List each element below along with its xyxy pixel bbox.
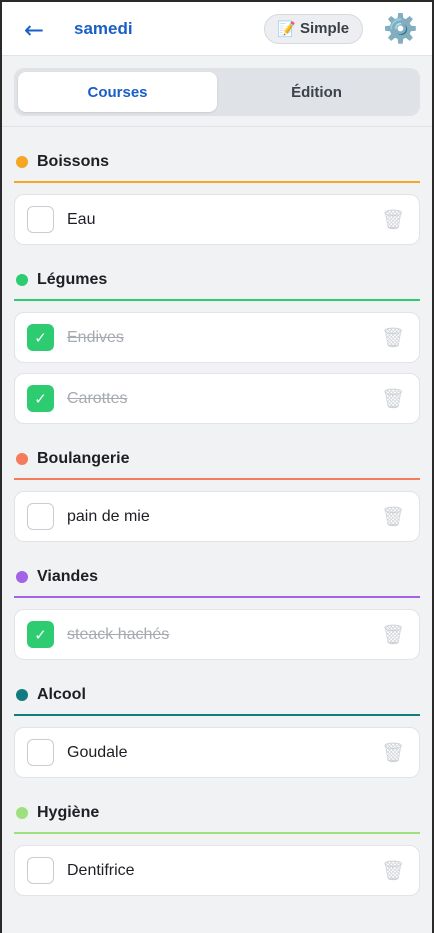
shopping-list: Boissons Eau 🗑 Légumes ✓ Endives 🗑 ✓ Carottes 🗑 Bo… — [2, 153, 432, 896]
segmented-tabs: Courses Édition — [14, 68, 420, 116]
category-color-dot — [16, 274, 28, 286]
category-color-dot — [16, 453, 28, 465]
category-name: Hygiène — [37, 804, 100, 821]
category-color-dot — [16, 807, 28, 819]
item-checkbox[interactable] — [27, 206, 54, 233]
back-arrow-icon[interactable]: ← — [24, 18, 54, 42]
item-label: Eau — [67, 210, 96, 228]
item-checkbox[interactable]: ✓ — [27, 385, 54, 412]
mode-toggle-button[interactable]: 📝 Simple — [264, 13, 364, 44]
item-checkbox[interactable] — [27, 503, 54, 530]
item-label: steack hachés — [67, 625, 170, 643]
item-label: Goudale — [67, 743, 128, 761]
category-name: Boissons — [37, 153, 110, 170]
list-item: Dentifrice 🗑 — [14, 845, 420, 896]
category-name: Légumes — [37, 271, 108, 288]
category-header: Boissons — [14, 153, 420, 183]
category-name: Boulangerie — [37, 450, 130, 467]
settings-gear-icon[interactable]: ⚙️ — [383, 14, 418, 43]
trash-icon[interactable]: 🗑 — [381, 741, 405, 764]
tab-bar-wrapper: Courses Édition — [2, 56, 432, 127]
item-label: Carottes — [67, 389, 128, 407]
category-color-dot — [16, 689, 28, 701]
top-bar: ← samedi 📝 Simple ⚙️ — [2, 2, 432, 56]
tab-edition[interactable]: Édition — [217, 72, 416, 112]
list-item: ✓ Carottes 🗑 — [14, 373, 420, 424]
trash-icon[interactable]: 🗑 — [381, 326, 405, 349]
category-color-dot — [16, 156, 28, 168]
category-name: Viandes — [37, 568, 99, 585]
category-header: Légumes — [14, 271, 420, 301]
list-item: Eau 🗑 — [14, 194, 420, 245]
category-header: Hygiène — [14, 804, 420, 834]
trash-icon[interactable]: 🗑 — [381, 387, 405, 410]
item-checkbox[interactable]: ✓ — [27, 324, 54, 351]
category-header: Boulangerie — [14, 450, 420, 480]
list-item: ✓ Endives 🗑 — [14, 312, 420, 363]
category-color-dot — [16, 571, 28, 583]
memo-icon: 📝 — [277, 19, 296, 38]
list-item: pain de mie 🗑 — [14, 491, 420, 542]
trash-icon[interactable]: 🗑 — [381, 623, 405, 646]
item-label: Dentifrice — [67, 861, 135, 879]
list-item: ✓ steack hachés 🗑 — [14, 609, 420, 660]
app-frame: ← samedi 📝 Simple ⚙️ Courses Édition Boi… — [0, 0, 434, 933]
trash-icon[interactable]: 🗑 — [381, 505, 405, 528]
list-item: Goudale 🗑 — [14, 727, 420, 778]
category-name: Alcool — [37, 686, 86, 703]
tab-courses[interactable]: Courses — [18, 72, 217, 112]
item-label: pain de mie — [67, 507, 150, 525]
item-label: Endives — [67, 328, 124, 346]
item-checkbox[interactable] — [27, 739, 54, 766]
trash-icon[interactable]: 🗑 — [381, 859, 405, 882]
mode-label: Simple — [299, 20, 350, 37]
trash-icon[interactable]: 🗑 — [381, 208, 405, 231]
category-header: Alcool — [14, 686, 420, 716]
category-header: Viandes — [14, 568, 420, 598]
item-checkbox[interactable]: ✓ — [27, 621, 54, 648]
list-title: samedi — [74, 18, 133, 38]
item-checkbox[interactable] — [27, 857, 54, 884]
